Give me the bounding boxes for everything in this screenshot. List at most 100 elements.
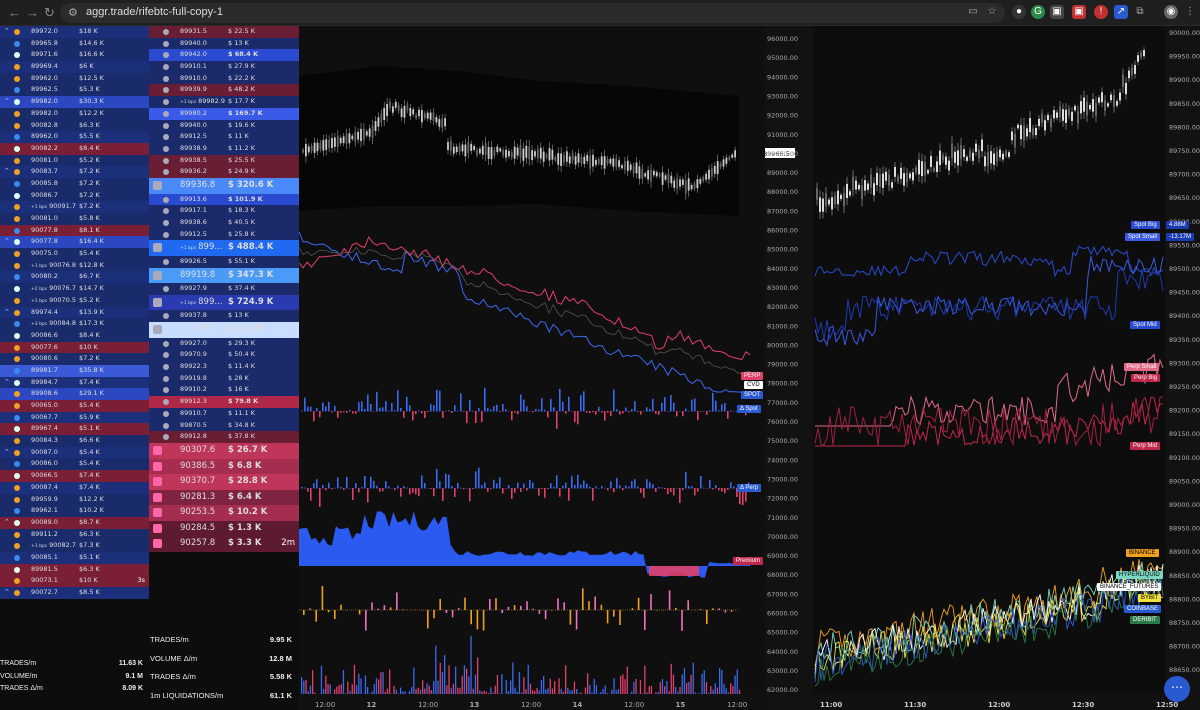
y-tick-label: 79000.00 xyxy=(767,361,798,369)
trades-bar xyxy=(329,684,331,694)
delta-spot-bar xyxy=(583,391,585,412)
price-candle xyxy=(641,168,644,179)
delta-spot-bar xyxy=(385,401,387,412)
trades-bar xyxy=(426,683,428,694)
exchange-icon xyxy=(163,29,169,35)
trade-price: 90281.3 xyxy=(180,491,216,502)
delta-spot-bar xyxy=(343,411,345,413)
trades-bar xyxy=(686,682,688,694)
delta-spot-bar xyxy=(520,394,522,412)
profile-avatar[interactable]: ◉ xyxy=(1164,5,1178,19)
y-tick-label: 78000.00 xyxy=(767,380,798,388)
trades-bar xyxy=(620,675,622,694)
exchange-icon xyxy=(14,122,20,129)
extension-icon[interactable]: ▣ xyxy=(1050,5,1064,19)
chat-button[interactable]: ⋯ xyxy=(1164,676,1190,702)
price-candle xyxy=(432,112,435,121)
liquidation-bar xyxy=(513,605,516,610)
trade-price: 89969.4 xyxy=(31,62,58,71)
list-item: 90370.7 $ 28.8 K xyxy=(149,474,299,490)
trades-bar xyxy=(375,678,378,694)
delta-perp-bar xyxy=(709,479,711,489)
delta-perp-bar xyxy=(559,488,561,497)
y2-tick-label: 88800.00 xyxy=(1169,595,1200,603)
site-info-icon[interactable]: ⚙ xyxy=(68,6,78,19)
list-item: ⌃ 89972.0 $18 K xyxy=(0,26,149,38)
price-candle xyxy=(632,166,635,174)
spot-trades-feed: ⌃ 89972.0 $18 K 89965.8 $14.6 K 89971.6 $16.6 … xyxy=(0,26,149,599)
trades-bar xyxy=(312,670,314,694)
delta-perp-bar xyxy=(451,486,453,489)
exchange-icon xyxy=(14,554,20,561)
delta-perp-bar xyxy=(550,483,552,489)
cast-icon[interactable]: ▭ xyxy=(966,5,980,19)
price-candle xyxy=(882,173,884,188)
trades-bar xyxy=(481,691,483,694)
delta-perp-bar xyxy=(379,488,381,492)
delta-perp-bar xyxy=(412,488,414,493)
delta-perp-bar xyxy=(673,488,675,496)
trades-bar xyxy=(648,686,650,694)
price-candle xyxy=(400,108,403,117)
trade-amount: $6.3 K xyxy=(79,529,100,538)
extension-alert-icon[interactable]: ! xyxy=(1094,5,1108,19)
bookmark-star-icon[interactable]: ☆ xyxy=(985,5,999,19)
back-icon[interactable]: ← xyxy=(8,5,21,20)
y2-tick-label: 89400.00 xyxy=(1169,312,1200,320)
trade-price: 899... xyxy=(198,324,223,335)
delta-spot-bar xyxy=(562,401,564,412)
address-bar[interactable]: ⚙ aggr.trade/rifebtc-full-copy-1 xyxy=(60,3,1005,23)
delta-perp-bar xyxy=(694,488,696,496)
list-item: 90085.8 $7.2 K xyxy=(0,177,149,190)
trade-amount: $5.9 K xyxy=(79,412,100,421)
exchange-icon xyxy=(163,286,169,293)
exchange-icon xyxy=(14,484,20,491)
exchange-icon xyxy=(14,379,20,386)
exchange-icon xyxy=(14,192,20,199)
delta-perp-bar xyxy=(691,486,693,489)
liquidation-bar xyxy=(563,602,565,610)
delta-perp-bar xyxy=(349,487,351,489)
extensions-puzzle-icon[interactable]: ⧉ xyxy=(1133,5,1147,19)
trades-bar xyxy=(424,688,426,694)
list-item: 89910.0 $ 22.2 K xyxy=(149,72,299,85)
menu-icon[interactable]: ⋮ xyxy=(1183,5,1197,19)
forward-icon[interactable]: → xyxy=(26,5,39,20)
delta-spot-bar xyxy=(733,411,735,412)
spot-small-value: -13.17M xyxy=(1166,233,1195,241)
liquidation-bar xyxy=(315,610,317,622)
delta-spot-bar xyxy=(721,404,723,412)
y-tick-label: 62000.00 xyxy=(767,686,798,694)
trades-bar xyxy=(613,678,615,694)
extension-blue-icon[interactable]: ↗ xyxy=(1114,5,1128,19)
main-chart[interactable]: 12:00 12 12:00 13 12:00 14 12:00 15 12:00 xyxy=(299,26,765,710)
x-tick-label: 12:00 xyxy=(418,701,438,709)
bybit-label: BYBIT xyxy=(1138,594,1162,602)
exchange-icon xyxy=(163,99,169,106)
delta-perp-bar xyxy=(526,488,528,491)
price-candle xyxy=(310,146,313,152)
trades-bar xyxy=(305,679,307,694)
stat-row: TRADES/m 9.95 K xyxy=(150,635,292,644)
list-item: 89919.8 $ 28 K xyxy=(149,372,299,385)
list-item: 89981.5 $6.3 K xyxy=(0,563,149,576)
reload-icon[interactable]: ↻ xyxy=(44,5,55,21)
extension-g-icon[interactable]: G xyxy=(1031,5,1045,19)
delta-perp-bar xyxy=(475,471,477,489)
delta-perp-bar xyxy=(643,488,645,498)
exchange-icon xyxy=(14,251,20,258)
price-candle xyxy=(1083,97,1085,112)
trades-bar xyxy=(327,683,329,694)
price-candle xyxy=(1137,55,1139,62)
price-candle xyxy=(705,173,707,180)
trades-bar xyxy=(386,688,389,694)
price-candle xyxy=(891,182,893,188)
list-item: 90065.0 $5.4 K xyxy=(0,400,149,412)
y-tick-label: 75000.00 xyxy=(767,437,798,445)
liquidation-bar xyxy=(439,598,441,610)
price-candle xyxy=(846,183,848,199)
trades-bar xyxy=(701,673,703,694)
delta-perp-bar xyxy=(592,488,594,501)
extension-icon[interactable]: ● xyxy=(1012,5,1026,19)
extension-red-icon[interactable]: ▣ xyxy=(1072,5,1086,19)
